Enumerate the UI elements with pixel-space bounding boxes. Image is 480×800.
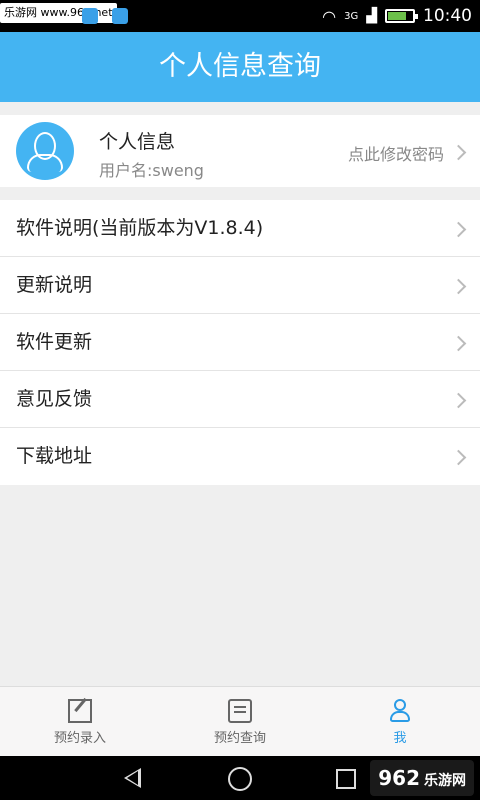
notification-icon <box>112 8 128 24</box>
recent-apps-icon[interactable] <box>336 769 356 789</box>
network-type: 3G <box>344 10 359 22</box>
notification-icons <box>82 8 128 24</box>
chevron-right-icon <box>450 221 467 238</box>
battery-icon <box>385 9 418 23</box>
back-icon[interactable] <box>124 768 141 788</box>
menu-item-label: 软件说明(当前版本为V1.8.4) <box>16 217 264 239</box>
tab-me[interactable]: 我 <box>320 687 480 756</box>
menu-item-label: 意见反馈 <box>16 388 93 410</box>
watermark-logo: 962 <box>378 766 420 790</box>
menu-item-update-notes[interactable]: 更新说明 <box>0 257 480 314</box>
settings-menu: 软件说明(当前版本为V1.8.4) 更新说明 软件更新 意见反馈 下载地址 <box>0 200 480 485</box>
chevron-right-icon <box>450 278 467 295</box>
user-icon <box>388 699 412 723</box>
menu-item-download-address[interactable]: 下载地址 <box>0 428 480 485</box>
profile-username: 用户名:sweng <box>99 161 204 180</box>
notification-icon <box>82 8 98 24</box>
chevron-right-icon <box>450 144 467 161</box>
signal-icon: ▟ <box>366 8 377 24</box>
chevron-right-icon <box>450 335 467 352</box>
profile-card[interactable]: 个人信息 用户名:sweng 点此修改密码 <box>0 115 480 187</box>
menu-item-software-info[interactable]: 软件说明(当前版本为V1.8.4) <box>0 200 480 257</box>
bottom-tab-bar: 预约录入 预约查询 我 <box>0 686 480 756</box>
tab-label: 我 <box>393 731 407 746</box>
home-icon[interactable] <box>228 767 252 791</box>
menu-item-feedback[interactable]: 意见反馈 <box>0 371 480 428</box>
status-right: ◠ 3G ▟ 10:40 <box>322 0 472 32</box>
chevron-right-icon <box>450 392 467 409</box>
avatar <box>16 122 74 180</box>
watermark-bottom: 962 乐游网 <box>370 760 474 796</box>
chevron-right-icon <box>450 449 467 466</box>
clock: 10:40 <box>423 6 472 26</box>
menu-item-software-update[interactable]: 软件更新 <box>0 314 480 371</box>
message-icon <box>228 699 252 723</box>
menu-item-label: 更新说明 <box>16 274 93 296</box>
profile-name: 个人信息 <box>99 131 176 153</box>
avatar-body-icon <box>27 154 63 172</box>
status-bar: 乐游网 www.962.net ◠ 3G ▟ 10:40 <box>0 0 480 32</box>
tab-booking-query[interactable]: 预约查询 <box>160 687 320 756</box>
menu-item-label: 下载地址 <box>16 445 93 467</box>
tab-booking-entry[interactable]: 预约录入 <box>0 687 160 756</box>
tab-label: 预约录入 <box>53 731 106 746</box>
page-title: 个人信息查询 <box>0 32 480 102</box>
tab-label: 预约查询 <box>213 731 266 746</box>
edit-icon <box>68 699 92 723</box>
edit-password-link[interactable]: 点此修改密码 <box>348 141 444 165</box>
menu-item-label: 软件更新 <box>16 331 93 353</box>
wifi-icon: ◠ <box>322 6 337 26</box>
watermark-sub: 乐游网 <box>424 773 466 789</box>
